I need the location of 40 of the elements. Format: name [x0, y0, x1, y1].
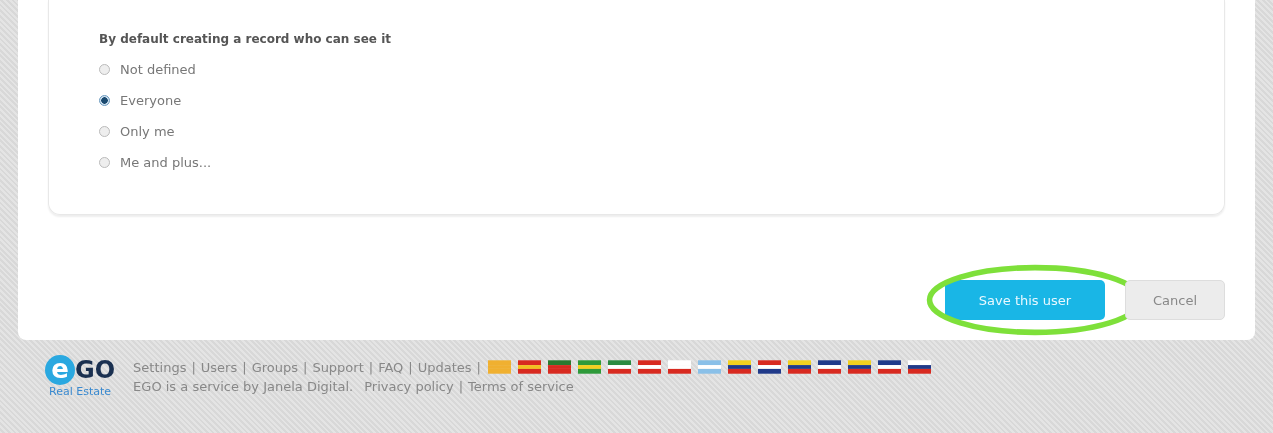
- separator: |: [476, 359, 481, 375]
- option-label: Me and plus...: [120, 155, 212, 170]
- radio-button[interactable]: [99, 126, 110, 137]
- flag-icon[interactable]: [668, 360, 691, 374]
- footer-link[interactable]: Users: [200, 359, 238, 375]
- option-label: Everyone: [120, 93, 182, 108]
- section-heading: By default creating a record who can see it: [99, 32, 392, 46]
- radio-button[interactable]: [99, 64, 110, 75]
- separator: |: [458, 378, 464, 394]
- cancel-button[interactable]: Cancel: [1125, 280, 1225, 320]
- footer-link[interactable]: Settings: [133, 359, 187, 375]
- radio-button[interactable]: [99, 95, 110, 106]
- terms-link[interactable]: Terms of service: [468, 378, 574, 394]
- flag-icon[interactable]: [608, 360, 631, 374]
- option-label: Not defined: [120, 62, 196, 77]
- privacy-link[interactable]: Privacy policy: [364, 378, 454, 394]
- option-label: Only me: [120, 124, 175, 139]
- flag-icon[interactable]: [728, 360, 751, 374]
- save-button[interactable]: Save this user: [945, 280, 1105, 320]
- flag-icon[interactable]: [818, 360, 841, 374]
- separator: |: [191, 359, 196, 375]
- logo-text: GO: [75, 356, 116, 384]
- flag-icon[interactable]: [788, 360, 811, 374]
- footer-link[interactable]: FAQ: [378, 359, 404, 375]
- flag-icon[interactable]: [758, 360, 781, 374]
- flag-icon[interactable]: [908, 360, 931, 374]
- radio-button[interactable]: [99, 157, 110, 168]
- logo-mark: e: [45, 355, 75, 385]
- footer-link[interactable]: Groups: [251, 359, 298, 375]
- footer-link[interactable]: Updates: [417, 359, 472, 375]
- credit-text: EGO is a service by Janela Digital.: [133, 378, 354, 394]
- separator: |: [303, 359, 308, 375]
- flag-icon[interactable]: [638, 360, 661, 374]
- separator: |: [408, 359, 413, 375]
- flag-icon[interactable]: [878, 360, 901, 374]
- separator: |: [242, 359, 247, 375]
- footer-link[interactable]: Support: [312, 359, 364, 375]
- separator: |: [368, 359, 374, 375]
- flag-icon[interactable]: [848, 360, 871, 374]
- logo-tagline: Real Estate: [49, 385, 112, 398]
